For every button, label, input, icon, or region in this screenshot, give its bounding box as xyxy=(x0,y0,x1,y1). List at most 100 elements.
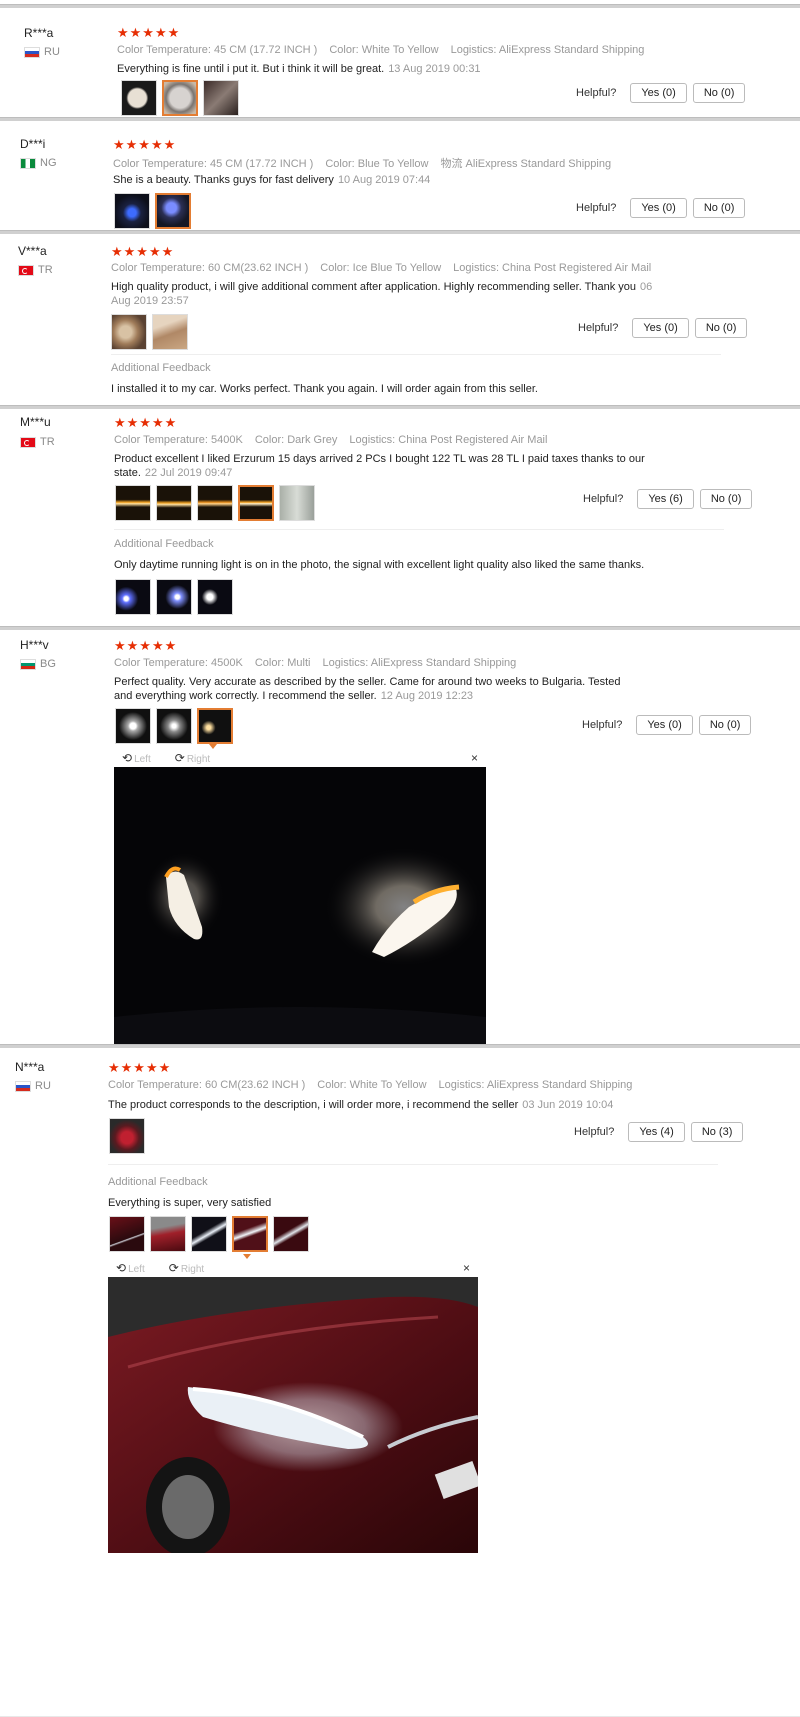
review-card: N***a RU ★★★★★ Color Temperature: 60 CM(… xyxy=(0,1045,800,1717)
helpful-vote: Helpful? Yes (4) No (3) xyxy=(574,1122,744,1142)
rating-stars: ★★★★★ xyxy=(111,244,175,259)
photo-thumbnails xyxy=(111,314,188,350)
helpful-no-button[interactable]: No (0) xyxy=(692,83,746,103)
review-photo[interactable] xyxy=(121,80,157,116)
helpful-yes-button[interactable]: Yes (0) xyxy=(632,318,689,338)
review-photo[interactable] xyxy=(152,314,188,350)
rating-stars: ★★★★★ xyxy=(117,25,181,40)
additional-feedback-title: Additional Feedback xyxy=(111,362,211,374)
review-photo[interactable] xyxy=(109,1118,145,1154)
divider xyxy=(108,1164,718,1165)
reviewer-country: RU xyxy=(15,1080,51,1092)
reviewer-name: D***i xyxy=(20,137,46,151)
review-attributes: Color Temperature: 60 CM(23.62 INCH ) Col… xyxy=(111,262,652,274)
review-photo[interactable] xyxy=(203,80,239,116)
rotate-left-icon: ⟲ xyxy=(122,751,133,765)
review-photo[interactable] xyxy=(115,708,151,744)
helpful-yes-button[interactable]: Yes (0) xyxy=(630,83,687,103)
helpful-no-button[interactable]: No (0) xyxy=(694,318,748,338)
reviewer-country: BG xyxy=(20,658,56,670)
rotate-right-button[interactable]: ⟳ Right xyxy=(175,751,210,765)
review-date: 22 Jul 2019 09:47 xyxy=(144,467,233,479)
review-photo[interactable] xyxy=(238,485,274,521)
review-photo[interactable] xyxy=(155,193,191,229)
review-attributes: Color Temperature: 45 CM (17.72 INCH ) Co… xyxy=(117,44,645,56)
review-photo[interactable] xyxy=(156,485,192,521)
headlights-photo xyxy=(114,767,486,1045)
helpful-yes-button[interactable]: Yes (6) xyxy=(637,489,694,509)
flag-icon xyxy=(18,264,34,276)
review-photo[interactable] xyxy=(197,708,233,744)
helpful-yes-button[interactable]: Yes (4) xyxy=(628,1122,685,1142)
review-text: Perfect quality. Very accurate as descri… xyxy=(114,676,621,702)
review-photo[interactable] xyxy=(273,1216,309,1252)
helpful-no-button[interactable]: No (0) xyxy=(699,489,753,509)
divider xyxy=(111,354,721,355)
review-photo[interactable] xyxy=(111,314,147,350)
helpful-vote: Helpful? Yes (0) No (0) xyxy=(576,198,746,218)
helpful-vote: Helpful? Yes (6) No (0) xyxy=(583,489,753,509)
review-photo[interactable] xyxy=(197,579,233,615)
additional-feedback-text: I installed it to my car. Works perfect.… xyxy=(111,383,538,395)
review-photo[interactable] xyxy=(150,1216,186,1252)
helpful-no-button[interactable]: No (0) xyxy=(698,715,752,735)
rotate-left-button[interactable]: ⟲ Left xyxy=(122,751,151,765)
review-text: Product excellent I liked Erzurum 15 day… xyxy=(114,453,645,479)
reviewer-name: V***a xyxy=(18,244,47,258)
rotate-left-button[interactable]: ⟲ Left xyxy=(116,1261,145,1275)
review-date: 10 Aug 2019 07:44 xyxy=(337,174,431,186)
helpful-yes-button[interactable]: Yes (0) xyxy=(636,715,693,735)
helpful-no-button[interactable]: No (0) xyxy=(692,198,746,218)
viewer-toolbar: ⟲ Left ⟳ Right × xyxy=(108,1259,478,1277)
reviewer-country: RU xyxy=(24,46,60,58)
additional-photo-thumbnails xyxy=(115,579,233,615)
review-photo[interactable] xyxy=(279,485,315,521)
red-car-photo xyxy=(108,1277,478,1553)
review-date: 12 Aug 2019 12:23 xyxy=(380,690,474,702)
enlarged-photo xyxy=(114,767,486,1045)
photo-viewer: ⟲ Left ⟳ Right × xyxy=(108,1259,478,1553)
review-card: D***i NG ★★★★★ Color Temperature: 45 CM … xyxy=(0,118,800,232)
additional-feedback-text: Everything is super, very satisfied xyxy=(108,1197,272,1209)
review-photo[interactable] xyxy=(109,1216,145,1252)
close-icon[interactable]: × xyxy=(463,1261,470,1275)
review-attributes: Color Temperature: 4500K Color: Multi Logi… xyxy=(114,657,517,669)
review-text: High quality product, i will give additi… xyxy=(111,281,653,307)
flag-icon xyxy=(20,436,36,448)
review-photo[interactable] xyxy=(115,485,151,521)
flag-icon xyxy=(24,46,40,58)
review-photo[interactable] xyxy=(115,579,151,615)
photo-thumbnails xyxy=(121,80,239,116)
reviewer-name: H***v xyxy=(20,638,49,652)
review-attributes: Color Temperature: 5400K Color: Dark Grey… xyxy=(114,434,548,446)
flag-icon xyxy=(20,157,36,169)
review-attributes: Color Temperature: 60 CM(23.62 INCH ) Col… xyxy=(108,1079,633,1091)
reviewer-name: M***u xyxy=(20,415,51,429)
review-photo[interactable] xyxy=(232,1216,268,1252)
review-photo[interactable] xyxy=(191,1216,227,1252)
reviewer-country: TR xyxy=(20,436,55,448)
review-text: She is a beauty. Thanks guys for fast de… xyxy=(113,174,431,186)
helpful-no-button[interactable]: No (3) xyxy=(690,1122,744,1142)
additional-feedback-title: Additional Feedback xyxy=(114,538,214,550)
review-card: H***v BG ★★★★★ Color Temperature: 4500K C… xyxy=(0,627,800,1046)
additional-feedback-text: Only daytime running light is on in the … xyxy=(114,559,645,571)
review-photo[interactable] xyxy=(114,193,150,229)
close-icon[interactable]: × xyxy=(471,751,478,765)
helpful-yes-button[interactable]: Yes (0) xyxy=(630,198,687,218)
review-text: Everything is fine until i put it. But i… xyxy=(117,63,481,75)
review-photo[interactable] xyxy=(156,708,192,744)
rotate-left-icon: ⟲ xyxy=(116,1261,127,1275)
rotate-right-icon: ⟳ xyxy=(174,751,185,765)
photo-thumbnails xyxy=(109,1118,145,1154)
rotate-right-icon: ⟳ xyxy=(168,1261,179,1275)
rotate-right-button[interactable]: ⟳ Right xyxy=(169,1261,204,1275)
flag-icon xyxy=(20,658,36,670)
reviewer-name: N***a xyxy=(15,1060,45,1074)
review-photo[interactable] xyxy=(162,80,198,116)
reviewer-country: TR xyxy=(18,264,53,276)
review-photo[interactable] xyxy=(197,485,233,521)
review-card: R***a RU ★★★★★ Color Temperature: 45 CM … xyxy=(0,5,800,119)
review-date: 03 Jun 2019 10:04 xyxy=(522,1099,614,1111)
review-photo[interactable] xyxy=(156,579,192,615)
